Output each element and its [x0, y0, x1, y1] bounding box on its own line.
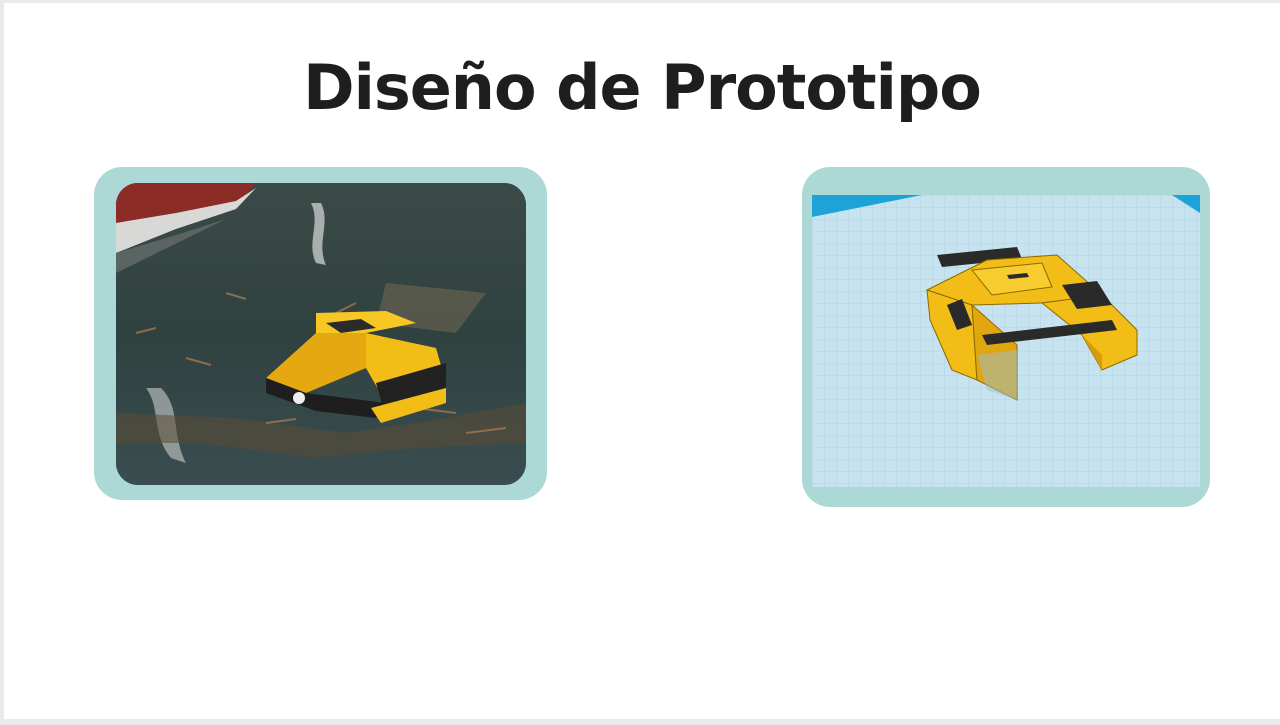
model-frame — [802, 167, 1210, 507]
prototype-3d-model — [812, 195, 1200, 487]
slide: Diseño de Prototipo — [4, 3, 1280, 719]
slide-title: Diseño de Prototipo — [303, 51, 982, 124]
photo-frame — [94, 167, 547, 500]
prototype-photo — [116, 183, 526, 485]
